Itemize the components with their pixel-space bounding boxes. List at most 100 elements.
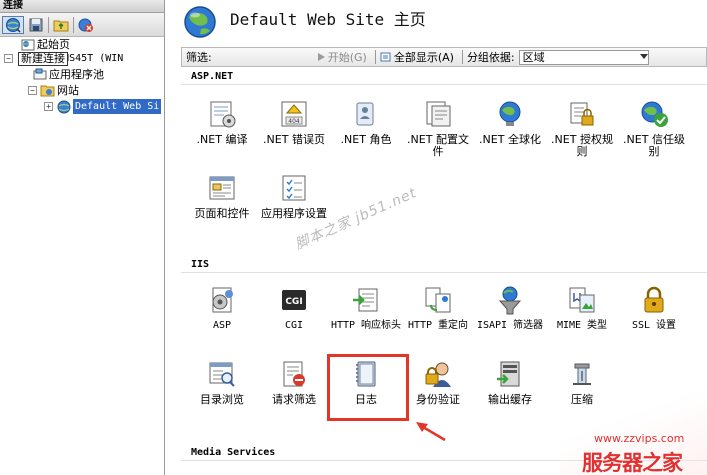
page-title: Default Web Site 主页: [230, 10, 426, 29]
app-pool-icon: [32, 68, 47, 81]
group-by-select[interactable]: 区域: [518, 49, 649, 65]
disconnect-icon: [78, 18, 93, 32]
filter-bar: 筛选: 开始(G) 全部显示(A) 分组依据: 区域: [181, 47, 707, 67]
website-globe-icon: [184, 6, 216, 38]
feature-net-trust-levels[interactable]: .NET 信任级别: [618, 94, 690, 168]
filter-separator: [461, 50, 463, 64]
delete-connection-button[interactable]: [77, 16, 95, 34]
start-filter-button[interactable]: 开始(G): [316, 49, 367, 65]
feature-asp[interactable]: ASP: [186, 280, 258, 354]
feature-label: MIME 类型: [556, 320, 608, 331]
feature-label: 目录浏览: [200, 393, 244, 406]
new-connection-button[interactable]: [2, 15, 24, 34]
feature-label: 页面和控件: [194, 207, 250, 220]
toolbar-separator: [73, 16, 74, 33]
connections-toolbar: [0, 13, 164, 37]
feature-label: .NET 角色: [340, 133, 392, 146]
tree-item-label: 起始页: [37, 38, 70, 51]
net-trust-levels-icon: [638, 98, 670, 130]
feature-label: .NET 信任级别: [623, 133, 685, 158]
feature-label: .NET 授权规则: [551, 133, 613, 158]
feature-net-profile[interactable]: .NET 配置文件: [402, 94, 474, 168]
start-page-icon: [20, 38, 35, 51]
section-divider: [181, 272, 707, 273]
section-divider: [181, 84, 707, 85]
feature-net-roles[interactable]: .NET 角色: [330, 94, 402, 168]
output-caching-icon: [494, 358, 526, 390]
tree-item-label: Default Web Si: [73, 99, 162, 114]
http-headers-icon: [350, 284, 382, 316]
feature-label: CGI: [284, 320, 304, 331]
highlight-annotation-box: [327, 354, 409, 421]
authentication-icon: [422, 358, 454, 390]
net-globalization-icon: [494, 98, 526, 130]
feature-net-compilation[interactable]: .NET 编译: [186, 94, 258, 168]
arrow-annotation-icon: [416, 422, 446, 442]
feature-request-filtering[interactable]: 请求筛选: [258, 354, 330, 428]
feature-label: 输出缓存: [488, 393, 532, 406]
tree-item-default-web-site[interactable]: + Default Web Si: [44, 99, 162, 114]
cgi-icon: CGI: [278, 284, 310, 316]
save-connections-button[interactable]: [27, 16, 45, 34]
feature-label: 请求筛选: [272, 393, 316, 406]
feature-directory-browsing[interactable]: 目录浏览: [186, 354, 258, 428]
page-header: Default Web Site 主页: [166, 0, 707, 44]
feature-label: SSL 设置: [631, 320, 677, 331]
globe-icon: [56, 100, 71, 113]
feature-http-response-headers[interactable]: HTTP 响应标头: [330, 280, 402, 354]
collapse-expander[interactable]: −: [28, 86, 37, 95]
tree-item-label: 应用程序池: [49, 68, 104, 81]
feature-label: .NET 配置文件: [407, 133, 469, 158]
feature-label: 身份验证: [416, 393, 460, 406]
net-profile-icon: [422, 98, 454, 130]
sites-folder-icon: [40, 84, 55, 97]
expand-expander[interactable]: +: [44, 102, 53, 111]
brand-name: 服务器之家: [582, 451, 683, 475]
http-redirect-icon: [422, 284, 454, 316]
show-all-label: 全部显示(A): [393, 51, 454, 64]
collapse-expander[interactable]: −: [4, 54, 13, 63]
feature-mime-types[interactable]: MIME 类型: [546, 280, 618, 354]
pages-controls-icon: [206, 172, 238, 204]
feature-label: ASP: [212, 320, 232, 331]
globe-connect-icon: [6, 17, 21, 33]
feature-cgi[interactable]: CGI CGI: [258, 280, 330, 354]
net-authorization-icon: [566, 98, 598, 130]
svg-text:404: 404: [288, 118, 300, 125]
ssl-settings-icon: [638, 284, 670, 316]
tree-item-label: 网站: [57, 84, 79, 97]
group-by-value: 区域: [522, 50, 545, 64]
group-by-label: 分组依据:: [466, 51, 515, 64]
filter-separator: [374, 50, 376, 64]
play-icon: [317, 53, 325, 61]
feature-label: ISAPI 筛选器: [476, 320, 544, 331]
net-roles-icon: [350, 98, 382, 130]
feature-http-redirect[interactable]: HTTP 重定向: [402, 280, 474, 354]
feature-label: .NET 编译: [196, 133, 248, 146]
folder-up-icon: [53, 20, 69, 31]
mime-types-icon: [566, 284, 598, 316]
tree-item-app-pools[interactable]: 应用程序池: [32, 67, 104, 82]
show-all-button[interactable]: 全部显示(A): [380, 49, 454, 65]
asp-icon: [206, 284, 238, 316]
up-level-button[interactable]: [52, 16, 70, 34]
isapi-filters-icon: [494, 284, 526, 316]
tree-item-start-page[interactable]: 起始页: [20, 37, 70, 52]
iis-manager-window: 连接 起始页 − WS-TONS45T (WIN 应用程序池 − 网站 + De…: [0, 0, 707, 475]
brand-url: www.zzvips.com: [594, 432, 685, 445]
feature-label: HTTP 响应标头: [330, 320, 402, 331]
feature-isapi-filters[interactable]: ISAPI 筛选器: [474, 280, 546, 354]
feature-ssl-settings[interactable]: SSL 设置: [618, 280, 690, 354]
feature-authentication[interactable]: 身份验证: [402, 354, 474, 428]
feature-net-authorization[interactable]: .NET 授权规则: [546, 94, 618, 168]
feature-net-globalization[interactable]: .NET 全球化: [474, 94, 546, 168]
feature-label: .NET 错误页: [263, 133, 325, 146]
filter-input[interactable]: [216, 50, 316, 65]
feature-pages-controls[interactable]: 页面和控件: [186, 168, 258, 242]
feature-net-error-pages[interactable]: 404 .NET 错误页: [258, 94, 330, 168]
feature-output-caching[interactable]: 输出缓存: [474, 354, 546, 428]
toolbar-separator: [48, 16, 49, 33]
chevron-down-icon: [639, 54, 648, 59]
feature-label: .NET 全球化: [479, 133, 541, 146]
tree-item-sites[interactable]: − 网站: [28, 83, 79, 98]
